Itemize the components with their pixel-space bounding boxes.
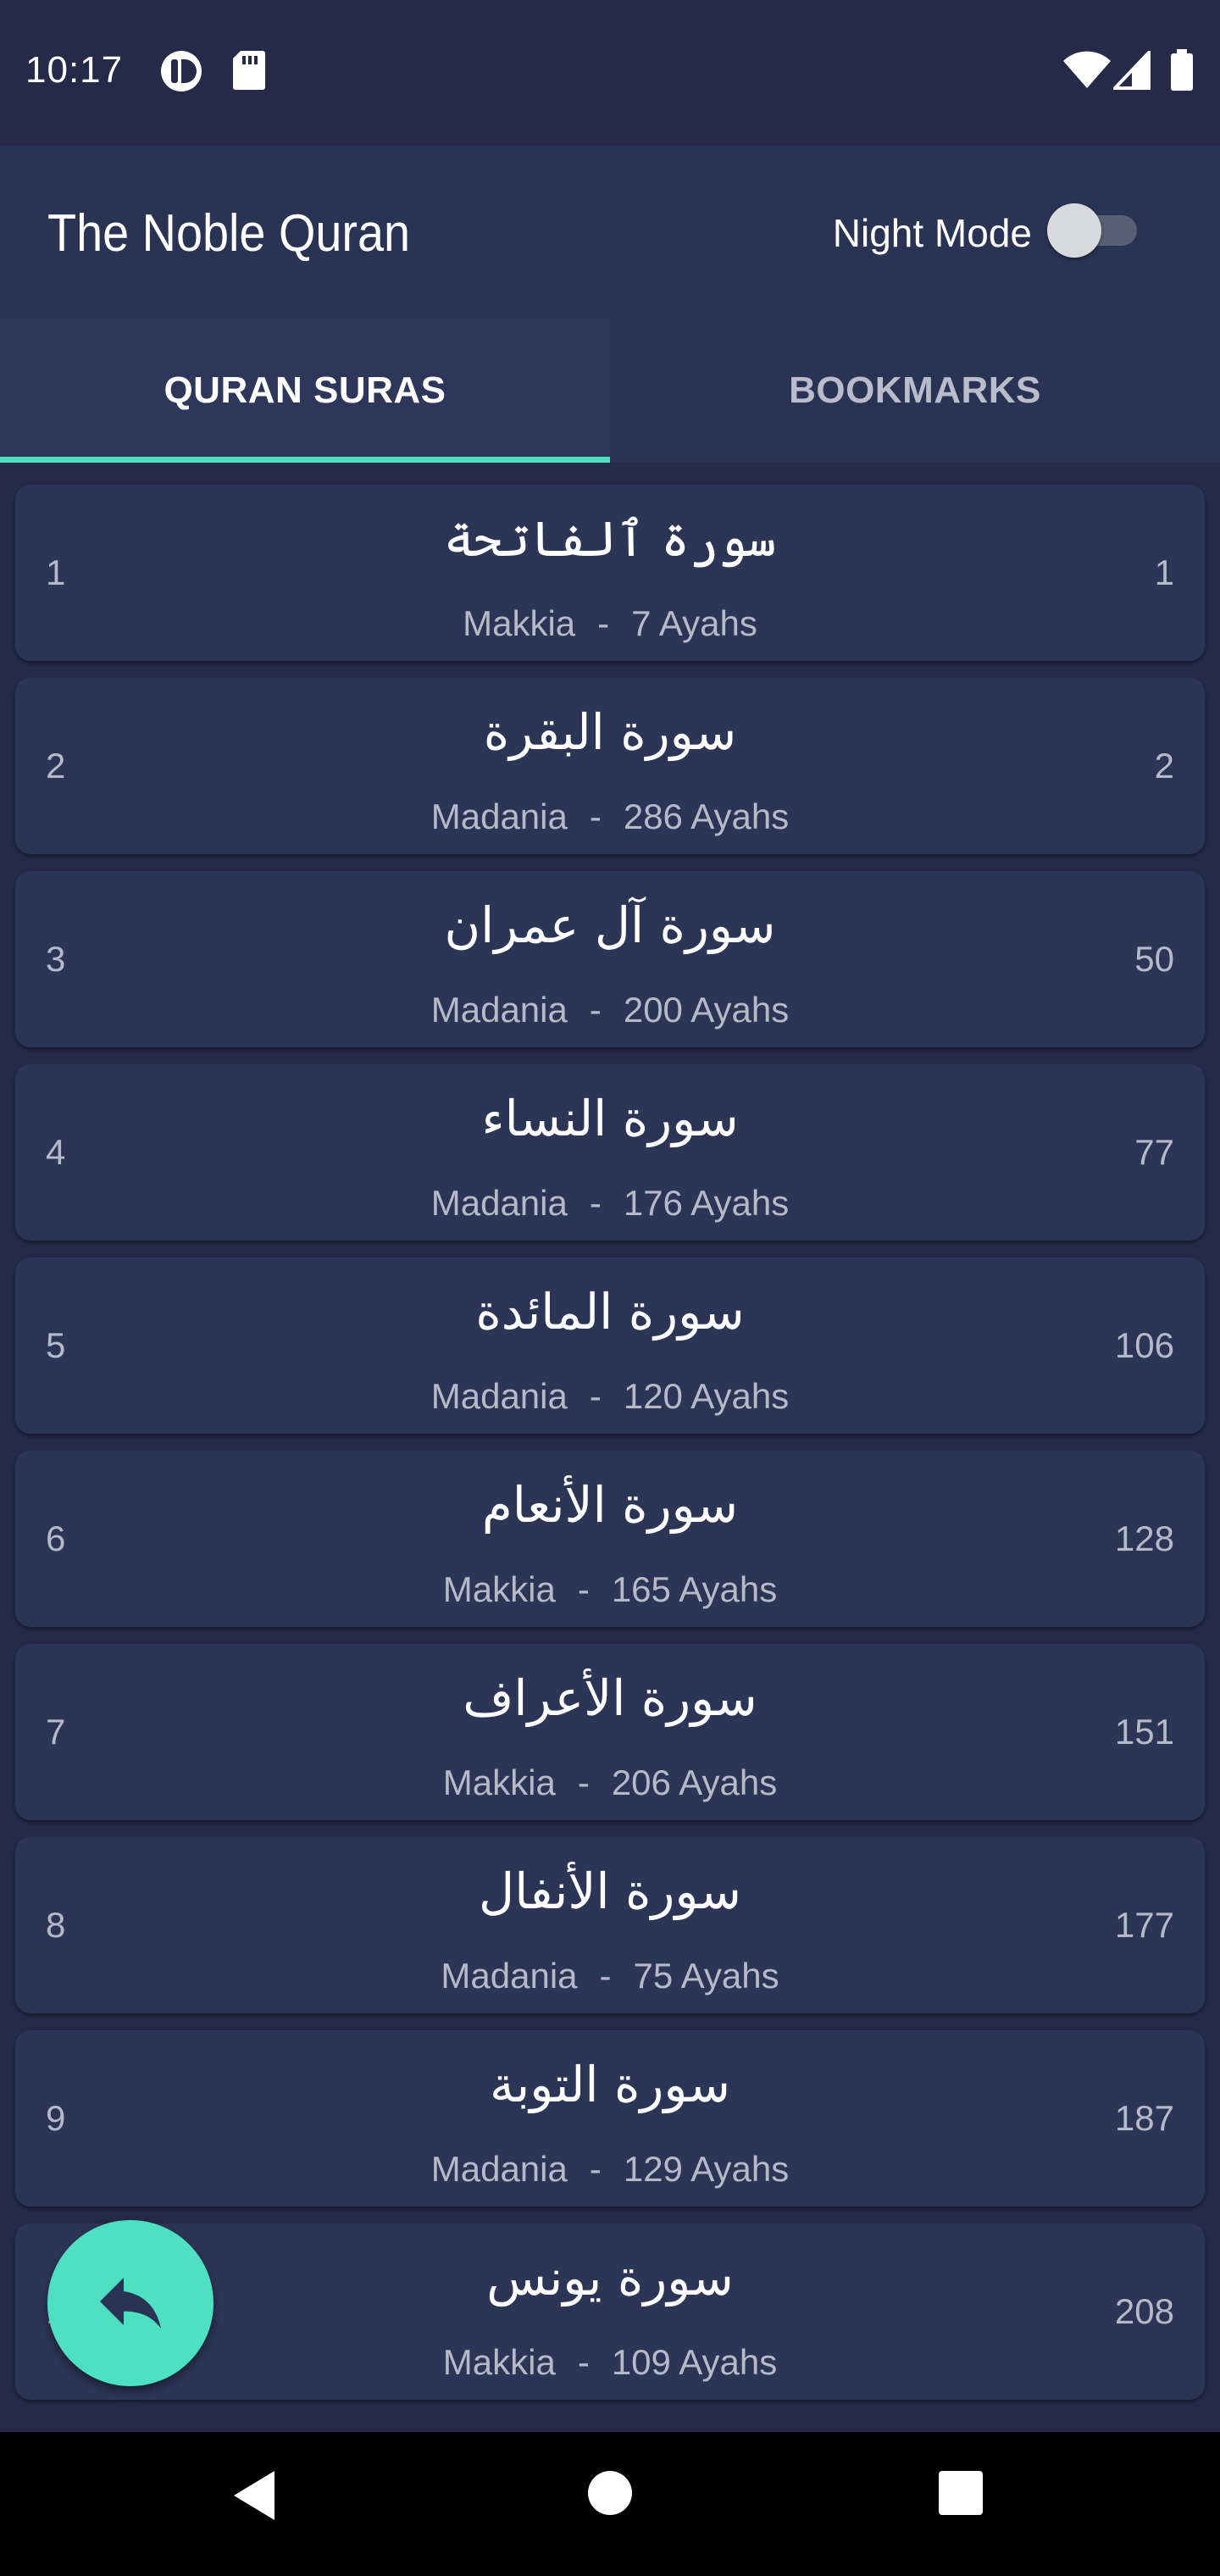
tab-bar: QURAN SURAS BOOKMARKS xyxy=(0,319,1220,463)
sura-meta: Madania -176 Ayahs xyxy=(15,1183,1205,1224)
sura-page: 128 xyxy=(1114,1518,1174,1558)
status-time: 10:17 xyxy=(25,49,124,91)
sura-ayahs: 206 Ayahs xyxy=(611,1763,778,1802)
toggle-thumb xyxy=(1047,203,1101,258)
sura-ayahs: 129 Ayahs xyxy=(623,2149,790,2189)
home-icon[interactable] xyxy=(586,2469,634,2521)
sura-ayahs: 200 Ayahs xyxy=(623,990,790,1030)
tab-bookmarks[interactable]: BOOKMARKS xyxy=(610,319,1220,463)
sura-meta: Madania -200 Ayahs xyxy=(15,990,1205,1030)
sura-item[interactable]: 2 سورة البقرة Madania -286 Ayahs 2 xyxy=(15,678,1205,854)
meta-separator: - xyxy=(589,1183,602,1223)
sura-item[interactable]: 4 سورة النساء Madania -176 Ayahs 77 xyxy=(15,1064,1205,1241)
night-mode-toggle[interactable] xyxy=(1047,203,1142,258)
sura-name: سورة ٱلفاتحة xyxy=(443,510,777,568)
sura-meta: Madania -286 Ayahs xyxy=(15,797,1205,837)
sura-meta: Makkia -206 Ayahs xyxy=(15,1763,1205,1803)
meta-separator: - xyxy=(589,990,602,1030)
sura-name: سورة البقرة xyxy=(483,703,737,761)
sura-type: Madania xyxy=(430,797,568,836)
reply-fab-button[interactable] xyxy=(47,2220,214,2386)
sura-type: Madania xyxy=(430,1376,568,1416)
sura-page: 187 xyxy=(1114,2098,1174,2138)
sura-item[interactable]: 3 سورة آل عمران Madania -200 Ayahs 50 xyxy=(15,871,1205,1047)
sura-name: سورة الأعراف xyxy=(463,1669,757,1727)
signal-icon xyxy=(1111,48,1151,94)
wifi-icon xyxy=(1062,51,1112,94)
tab-indicator xyxy=(0,457,610,463)
sura-page: 106 xyxy=(1114,1325,1174,1365)
meta-separator: - xyxy=(589,1376,602,1416)
sura-type: Madania xyxy=(430,2149,568,2189)
sura-item[interactable]: 5 سورة المائدة Madania -120 Ayahs 106 xyxy=(15,1257,1205,1434)
sura-page: 151 xyxy=(1114,1712,1174,1752)
sura-type: Madania xyxy=(430,1183,568,1223)
sura-type: Makkia xyxy=(442,1569,556,1609)
app-bar: The Noble Quran Night Mode xyxy=(0,146,1220,319)
status-bar: 10:17 xyxy=(0,0,1220,146)
sura-meta: Madania -75 Ayahs xyxy=(15,1956,1205,1996)
sura-item[interactable]: 8 سورة الأنفال Madania -75 Ayahs 177 xyxy=(15,1837,1205,2013)
back-icon[interactable] xyxy=(229,2466,280,2529)
sura-page: 2 xyxy=(1154,746,1174,786)
sura-ayahs: 176 Ayahs xyxy=(623,1183,790,1223)
sura-name: سورة آل عمران xyxy=(444,897,776,954)
sura-name: سورة التوبة xyxy=(490,2056,730,2113)
sura-name: سورة الأنعام xyxy=(481,1476,739,1534)
sura-page: 1 xyxy=(1154,552,1174,592)
sura-type: Madania xyxy=(430,990,568,1030)
battery-icon xyxy=(1169,49,1195,96)
tab-quran-suras[interactable]: QURAN SURAS xyxy=(0,319,610,463)
meta-separator: - xyxy=(589,797,602,836)
sura-name: سورة النساء xyxy=(481,1090,739,1147)
sura-page: 208 xyxy=(1114,2291,1174,2331)
sura-ayahs: 120 Ayahs xyxy=(623,1376,790,1416)
night-mode-label: Night Mode xyxy=(832,211,1032,255)
sura-item[interactable]: 9 سورة التوبة Madania -129 Ayahs 187 xyxy=(15,2030,1205,2207)
sura-page: 50 xyxy=(1134,939,1174,979)
reply-icon xyxy=(90,2261,171,2346)
meta-separator: - xyxy=(599,1956,612,1996)
sura-list[interactable]: 1 سورة ٱلفاتحة Makkia -7 Ayahs 1 2 سورة ا… xyxy=(0,463,1220,2432)
app-icon xyxy=(159,49,203,97)
sura-name: سورة الأنفال xyxy=(479,1863,741,1920)
sura-meta: Madania -120 Ayahs xyxy=(15,1376,1205,1417)
app-title: The Noble Quran xyxy=(47,204,411,263)
system-nav-bar xyxy=(0,2432,1220,2576)
sura-ayahs: 7 Ayahs xyxy=(631,603,757,643)
sura-type: Makkia xyxy=(463,603,576,643)
sura-page: 177 xyxy=(1114,1905,1174,1945)
meta-separator: - xyxy=(577,1569,590,1609)
sura-item[interactable]: 6 سورة الأنعام Makkia -165 Ayahs 128 xyxy=(15,1451,1205,1627)
sura-type: Makkia xyxy=(442,1763,556,1802)
meta-separator: - xyxy=(597,603,610,643)
sura-type: Madania xyxy=(441,1956,578,1996)
meta-separator: - xyxy=(589,2149,602,2189)
sura-ayahs: 165 Ayahs xyxy=(611,1569,778,1609)
meta-separator: - xyxy=(577,2342,590,2382)
meta-separator: - xyxy=(577,1763,590,1802)
sura-ayahs: 109 Ayahs xyxy=(611,2342,778,2382)
sd-card-icon xyxy=(232,49,266,96)
sura-ayahs: 286 Ayahs xyxy=(623,797,790,836)
sura-item[interactable]: 7 سورة الأعراف Makkia -206 Ayahs 151 xyxy=(15,1644,1205,1820)
sura-item[interactable]: 1 سورة ٱلفاتحة Makkia -7 Ayahs 1 xyxy=(15,485,1205,661)
sura-type: Makkia xyxy=(442,2342,556,2382)
sura-name: سورة المائدة xyxy=(475,1283,745,1341)
recents-icon[interactable] xyxy=(937,2469,984,2521)
sura-meta: Makkia -7 Ayahs xyxy=(15,603,1205,644)
sura-meta: Madania -129 Ayahs xyxy=(15,2149,1205,2190)
sura-page: 77 xyxy=(1134,1132,1174,1172)
sura-meta: Makkia -165 Ayahs xyxy=(15,1569,1205,1610)
sura-ayahs: 75 Ayahs xyxy=(633,1956,779,1996)
